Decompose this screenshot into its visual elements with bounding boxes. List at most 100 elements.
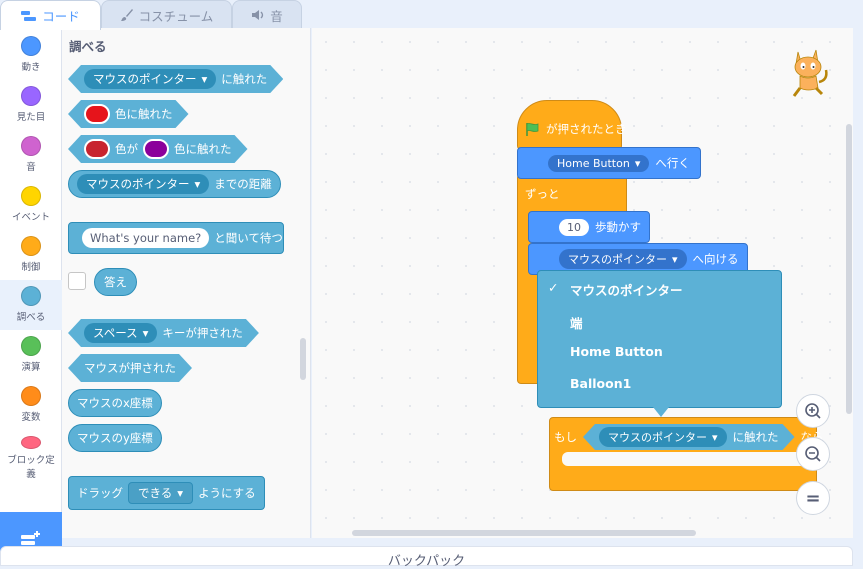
key-pressed-label: キーが押された [162, 326, 243, 340]
touching-block[interactable]: マウスのポインター ▾ に触れた [68, 65, 283, 93]
tab-code-label: コード [42, 9, 80, 24]
point-towards-menu[interactable]: マウスのポインター ▾ [559, 249, 687, 269]
editor-tabs: コード コスチューム 音 [0, 0, 863, 30]
palette-scrollbar[interactable] [300, 338, 306, 380]
sprite-dropdown-menu: ✓ マウスのポインター 端 Home Button Balloon1 [537, 270, 782, 408]
color-swatch[interactable] [143, 139, 169, 159]
dropdown-option-balloon1[interactable]: Balloon1 [570, 376, 631, 391]
category-my-blocks[interactable]: ブロック定義 [0, 430, 62, 480]
if-touching-condition[interactable]: マウスのポインター ▾ に触れた [583, 424, 795, 450]
move-steps-input[interactable]: 10 [559, 218, 589, 236]
sound-color-dot [21, 136, 41, 156]
operators-color-dot [21, 336, 41, 356]
zoom-in-icon [805, 403, 821, 419]
if-touching-menu[interactable]: マウスのポインター ▾ [599, 427, 727, 447]
distance-menu[interactable]: マウスのポインター ▾ [77, 174, 210, 194]
tab-sounds-label: 音 [270, 8, 283, 24]
dropdown-option-home-button[interactable]: Home Button [570, 344, 663, 359]
chevron-down-icon: ▾ [712, 430, 718, 444]
category-label: 演算 [21, 362, 41, 373]
workspace-vertical-scrollbar[interactable] [846, 124, 852, 414]
mouse-x-block[interactable]: マウスのx座標 [68, 389, 162, 417]
workspace-horizontal-scrollbar[interactable] [352, 530, 696, 536]
tab-costumes-label: コスチューム [138, 8, 214, 24]
key-pressed-block[interactable]: スペース ▾ キーが押された [68, 319, 259, 347]
when-flag-label: が押されたとき [546, 122, 627, 136]
chevron-down-icon: ▾ [142, 326, 149, 340]
sprite-cat-icon [792, 49, 828, 97]
chevron-down-icon: ▾ [201, 72, 208, 86]
category-label: 制御 [21, 262, 41, 273]
move-steps-block[interactable]: 10 歩動かす [528, 211, 650, 243]
if-touching-label: に触れた [732, 430, 779, 444]
go-to-menu[interactable]: Home Button ▾ [548, 154, 650, 172]
dropdown-option-mouse-pointer[interactable]: マウスのポインター [570, 280, 683, 299]
tab-costumes[interactable]: コスチューム [101, 0, 232, 29]
category-label: 変数 [21, 412, 41, 423]
category-control[interactable]: 制御 [0, 230, 62, 280]
ask-block[interactable]: What's your name? と聞いて待つ [68, 222, 284, 254]
backpack-panel[interactable]: バックパック [0, 546, 853, 569]
category-variables[interactable]: 変数 [0, 380, 62, 430]
mouse-x-label: マウスのx座標 [77, 396, 153, 410]
touching-color-block[interactable]: 色に触れた [68, 100, 189, 128]
events-color-dot [21, 186, 41, 206]
point-towards-menu-value: マウスのポインター [568, 253, 667, 266]
go-to-block[interactable]: Home Button ▾ へ行く [517, 147, 701, 179]
color-swatch[interactable] [84, 139, 110, 159]
my-blocks-color-dot [21, 436, 41, 449]
checkmark-icon: ✓ [548, 280, 559, 295]
touching-color-label: 色に触れた [115, 107, 173, 121]
category-operators[interactable]: 演算 [0, 330, 62, 380]
mouse-y-block[interactable]: マウスのy座標 [68, 424, 162, 452]
zoom-reset-button[interactable]: = [796, 481, 830, 515]
touching-label: に触れた [221, 72, 268, 86]
color-touching-color-block[interactable]: 色が 色に触れた [68, 135, 248, 163]
key-menu[interactable]: スペース ▾ [84, 323, 157, 343]
answer-checkbox[interactable] [68, 272, 86, 290]
distance-menu-value: マウスのポインター [86, 177, 190, 191]
distance-block[interactable]: マウスのポインター ▾ までの距離 [68, 170, 281, 198]
category-motion[interactable]: 動き [0, 30, 62, 80]
category-sensing[interactable]: 調べる [0, 280, 62, 330]
mouse-down-label: マウスが押された [84, 361, 176, 375]
answer-block[interactable]: 答え [94, 268, 137, 296]
touching-menu[interactable]: マウスのポインター ▾ [84, 69, 216, 89]
script-workspace[interactable]: ずっと が押されたとき Home Button ▾ へ行く 10 歩動かす マウス… [312, 28, 853, 538]
dropdown-option-edge[interactable]: 端 [570, 313, 583, 332]
zoom-out-button[interactable] [796, 437, 830, 471]
answer-label: 答え [104, 275, 127, 289]
motion-color-dot [21, 36, 41, 56]
zoom-in-button[interactable] [796, 394, 830, 428]
color-swatch[interactable] [84, 104, 110, 124]
category-events[interactable]: イベント [0, 180, 62, 230]
drag-mode-menu[interactable]: できる ▾ [128, 482, 194, 504]
if-block-slot [562, 452, 817, 466]
category-sound[interactable]: 音 [0, 130, 62, 180]
mouse-down-block[interactable]: マウスが押された [68, 354, 192, 382]
category-label: 音 [26, 162, 36, 173]
green-flag-icon [526, 123, 539, 136]
chevron-down-icon: ▾ [194, 177, 201, 191]
control-color-dot [21, 236, 41, 256]
category-label: 見た目 [16, 112, 46, 123]
block-palette: 調べる マウスのポインター ▾ に触れた 色に触れた 色が 色に触れた マウスのポ… [62, 28, 311, 538]
color-touching-label: 色に触れた [174, 142, 232, 156]
color-touching-mid-label: 色が [115, 142, 138, 156]
category-label: ブロック定義 [7, 455, 55, 480]
category-looks[interactable]: 見た目 [0, 80, 62, 130]
if-prefix: もし [554, 430, 577, 444]
category-label: 調べる [16, 312, 46, 323]
drag-mode-label: ようにする [198, 486, 256, 500]
category-menu: 動き 見た目 音 イベント 制御 調べる 演算 変数 ブロック定義 [0, 28, 62, 566]
chevron-down-icon: ▾ [672, 252, 678, 266]
palette-heading: 調べる [69, 39, 107, 54]
if-row: もし マウスのポインター▾ に触れた なら [554, 424, 824, 450]
drag-mode-prefix: ドラッグ [77, 486, 123, 500]
tab-code[interactable]: コード [0, 0, 101, 30]
drag-mode-block[interactable]: ドラッグ できる ▾ ようにする [68, 476, 265, 510]
variables-color-dot [21, 386, 41, 406]
tab-sounds[interactable]: 音 [232, 0, 302, 29]
ask-label: と聞いて待つ [214, 231, 283, 245]
ask-input[interactable]: What's your name? [82, 228, 210, 248]
